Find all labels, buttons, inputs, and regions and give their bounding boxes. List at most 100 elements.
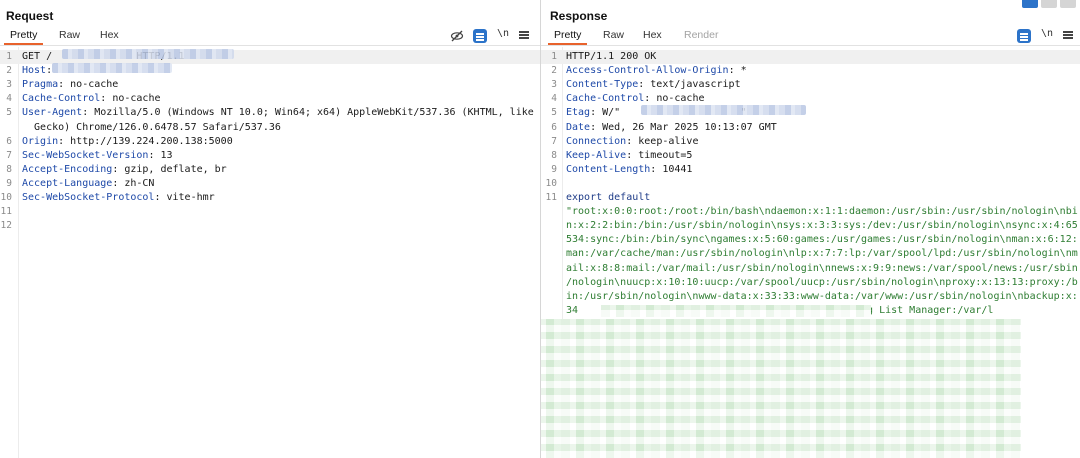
line-number: 9 bbox=[551, 163, 557, 175]
header-name: Origin bbox=[22, 135, 59, 147]
line-number: 1 bbox=[6, 51, 12, 62]
eye-off-icon[interactable] bbox=[450, 29, 464, 43]
header-line: Connection: keep-alive bbox=[566, 135, 698, 149]
line-number: 1 bbox=[551, 51, 557, 62]
code-line: 12 bbox=[0, 219, 540, 233]
response-tab-hex[interactable]: Hex bbox=[643, 29, 662, 41]
line-number: 8 bbox=[551, 149, 557, 161]
line-number: 12 bbox=[0, 220, 12, 232]
code-line: 3 Pragma: no-cache bbox=[0, 78, 540, 92]
line-number: 5 bbox=[551, 107, 557, 119]
header-name: Pragma bbox=[22, 79, 59, 91]
text-line: HTTP/1.1 200 OK bbox=[566, 51, 657, 62]
redacted-url bbox=[62, 49, 234, 59]
menu-icon[interactable] bbox=[1063, 31, 1073, 33]
code-line: 9 Accept-Language: zh-CN bbox=[0, 177, 540, 191]
response-tab-raw[interactable]: Raw bbox=[603, 29, 624, 41]
menu-icon[interactable] bbox=[519, 31, 529, 33]
line-number: 2 bbox=[6, 65, 12, 77]
code-line: 5 User-Agent: Mozilla/5.0 (Windows NT 10.… bbox=[0, 106, 540, 120]
split-view-icon[interactable] bbox=[1022, 0, 1038, 8]
line-number: 11 bbox=[545, 192, 557, 203]
header-value: : Mozilla/5.0 (Windows NT 10.0; Win64; x… bbox=[82, 107, 534, 119]
response-title: Response bbox=[550, 9, 608, 23]
response-pane: Response Pretty Raw Hex Render \n 1 HTTP/… bbox=[541, 0, 1080, 458]
header-name: Sec-WebSocket-Version bbox=[22, 149, 149, 161]
code-line: 11 export default bbox=[541, 191, 1080, 205]
code-line: 10 Sec-WebSocket-Protocol: vite-hmr bbox=[0, 191, 540, 205]
response-tabbar: Pretty Raw Hex Render \n bbox=[541, 26, 1080, 46]
code-line: 9 Content-Length: 10441 bbox=[541, 163, 1080, 177]
code-line: 6 Origin: http://139.224.200.138:5000 bbox=[0, 135, 540, 149]
string-line: n:x:2:2:bin:/bin:/usr/sbin/nologin\nsys:… bbox=[566, 220, 1078, 232]
header-name: Etag bbox=[566, 107, 591, 119]
code-line: Gecko) Chrome/126.0.6478.57 Safari/537.3… bbox=[0, 121, 540, 135]
header-value: : 10441 bbox=[650, 163, 693, 175]
code-line: 3 Content-Type: text/javascript bbox=[541, 78, 1080, 92]
line-number: 7 bbox=[551, 135, 557, 147]
response-editor[interactable]: 1 HTTP/1.1 200 OK 2 Access-Control-Allow-Or… bbox=[541, 47, 1080, 458]
horizontal-view-icon[interactable] bbox=[1041, 0, 1057, 8]
code-line: 10 bbox=[541, 177, 1080, 191]
header-line: Date: Wed, 26 Mar 2025 10:13:07 GMT bbox=[566, 121, 777, 135]
code-line: /nologin\nuucp:x:10:10:uucp:/var/spool/u… bbox=[541, 276, 1080, 290]
request-title: Request bbox=[6, 9, 54, 23]
code-line: 1 HTTP/1.1 200 OK bbox=[541, 50, 1080, 65]
request-tab-raw[interactable]: Raw bbox=[59, 29, 80, 41]
code-line: man:/var/cache/man:/usr/sbin/nologin\nlp… bbox=[541, 247, 1080, 261]
line-number: 7 bbox=[6, 149, 12, 161]
header-value: : text/javascript bbox=[638, 79, 741, 91]
header-name: Cache-Control bbox=[22, 93, 101, 105]
wrap-lines-icon[interactable] bbox=[1017, 29, 1031, 43]
header-line: Content-Length: 10441 bbox=[566, 163, 692, 177]
request-editor[interactable]: 1GET / HTTP/1.12Host: 3Pragma: no-cache4… bbox=[0, 47, 540, 458]
header-value: : 13 bbox=[148, 149, 173, 161]
header-line: Content-Type: text/javascript bbox=[566, 78, 741, 92]
code-line: 8 Accept-Encoding: gzip, deflate, br bbox=[0, 163, 540, 177]
header-line: Keep-Alive: timeout=5 bbox=[566, 149, 692, 163]
header-name: User-Agent bbox=[22, 107, 83, 119]
header-line: Accept-Encoding: gzip, deflate, br bbox=[22, 163, 227, 177]
header-name: Cache-Control bbox=[566, 93, 645, 105]
header-name: Connection bbox=[566, 135, 627, 147]
header-name: Access-Control-Allow-Origin bbox=[566, 65, 729, 77]
line-number: 10 bbox=[545, 177, 557, 189]
code-line: 11 bbox=[0, 205, 540, 219]
header-value: : no-cache bbox=[100, 93, 161, 105]
single-view-icon[interactable] bbox=[1060, 0, 1076, 8]
redacted-etag bbox=[641, 105, 806, 115]
header-name: Accept-Language bbox=[22, 177, 113, 189]
string-line: 534:sync:/bin:/bin/sync\ngames:x:5:60:ga… bbox=[566, 234, 1078, 246]
header-name: Accept-Encoding bbox=[22, 163, 113, 175]
line-number: 3 bbox=[6, 79, 12, 91]
code-line: n:x:2:2:bin:/bin:/usr/sbin/nologin\nsys:… bbox=[541, 219, 1080, 233]
line-number: 6 bbox=[551, 121, 557, 133]
header-line: Sec-WebSocket-Version: 13 bbox=[22, 149, 173, 163]
wrap-lines-icon[interactable] bbox=[473, 29, 487, 43]
string-line: "root:x:0:0:root:/root:/bin/bash\ndaemon… bbox=[566, 206, 1078, 218]
code-line: 2 Access-Control-Allow-Origin: * bbox=[541, 64, 1080, 78]
header-name: Sec-WebSocket-Protocol bbox=[22, 192, 155, 203]
header-line: Pragma: no-cache bbox=[22, 78, 118, 92]
response-tab-pretty[interactable]: Pretty bbox=[547, 29, 588, 45]
request-tab-pretty[interactable]: Pretty bbox=[3, 29, 44, 45]
header-name: Content-Type bbox=[566, 79, 639, 91]
header-line: Origin: http://139.224.200.138:5000 bbox=[22, 135, 233, 149]
line-number: 5 bbox=[6, 107, 12, 119]
newline-icon[interactable]: \n bbox=[1041, 28, 1053, 39]
response-tab-render[interactable]: Render bbox=[684, 29, 718, 41]
request-tab-hex[interactable]: Hex bbox=[100, 29, 119, 41]
header-line: Access-Control-Allow-Origin: * bbox=[566, 64, 747, 78]
line-number: 10 bbox=[0, 192, 12, 203]
header-value: : keep-alive bbox=[626, 135, 699, 147]
header-name: Host bbox=[22, 65, 47, 77]
header-line: Accept-Language: zh-CN bbox=[22, 177, 154, 191]
code-line: 7 Connection: keep-alive bbox=[541, 135, 1080, 149]
header-line: Cache-Control: no-cache bbox=[22, 92, 161, 106]
header-name: Keep-Alive bbox=[566, 149, 627, 161]
newline-icon[interactable]: \n bbox=[497, 28, 509, 39]
line-number: 6 bbox=[6, 135, 12, 147]
layout-toggle[interactable] bbox=[1022, 0, 1078, 8]
request-pane: Request Pretty Raw Hex \n 1GET / HTTP/1.… bbox=[0, 0, 540, 458]
code-line: in:/usr/sbin/nologin\nwww-data:x:33:33:w… bbox=[541, 290, 1080, 304]
